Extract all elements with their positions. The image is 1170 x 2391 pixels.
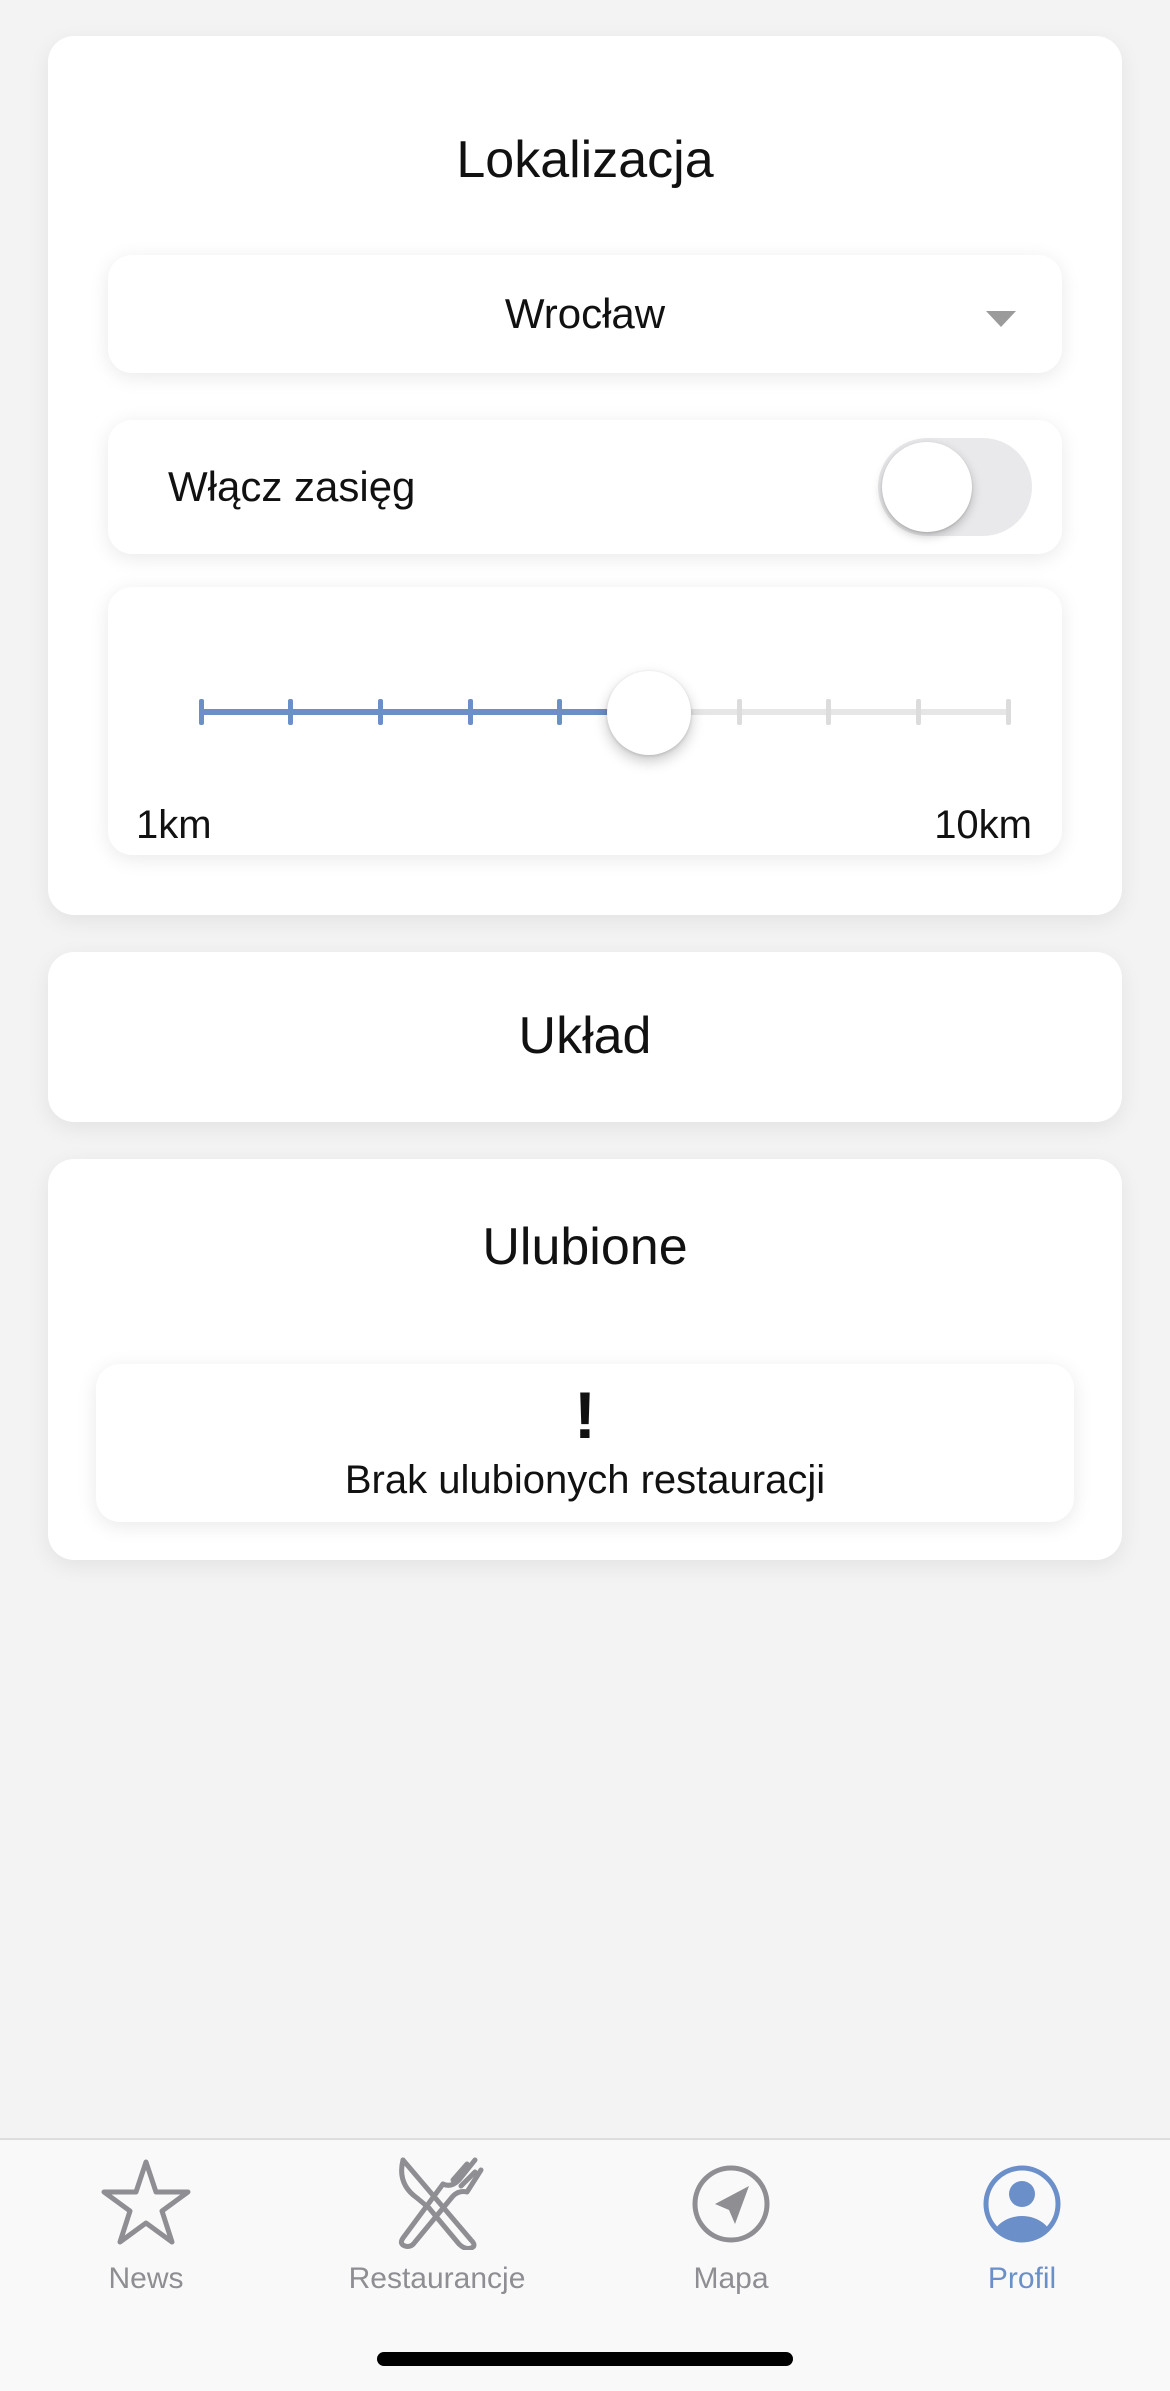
tab-restaurancje-label: Restaurancje [348, 2262, 526, 2295]
layout-card[interactable]: Układ [48, 952, 1122, 1122]
star-icon [101, 2159, 191, 2245]
slider-track-filled [201, 709, 650, 715]
fork-knife-icon [398, 2157, 484, 2250]
slider-min-label: 1km [136, 803, 212, 847]
slider-tick [198, 699, 204, 725]
range-slider[interactable] [108, 587, 1062, 777]
range-toggle-switch[interactable] [878, 438, 1032, 536]
slider-tick [736, 699, 742, 725]
slider-tick [377, 699, 383, 725]
tab-mapa[interactable]: Mapa [616, 2154, 846, 2295]
slider-tick [288, 699, 294, 725]
slider-tick [1005, 699, 1011, 725]
range-toggle-label: Włącz zasięg [168, 463, 416, 510]
toggle-knob [882, 442, 972, 532]
favorites-card: Ulubione ! Brak ulubionych restauracji [48, 1159, 1122, 1560]
slider-tick [826, 699, 832, 725]
slider-thumb[interactable] [607, 671, 692, 755]
layout-card-title: Układ [518, 1007, 652, 1065]
profile-icon [983, 2165, 1061, 2243]
slider-tick [467, 699, 473, 725]
tab-profil-label: Profil [987, 2262, 1057, 2295]
slider-tick [915, 699, 921, 725]
tab-mapa-label: Mapa [693, 2262, 769, 2295]
favorites-card-title: Ulubione [482, 1218, 688, 1276]
city-dropdown-value: Wrocław [504, 290, 666, 337]
chevron-down-icon [986, 311, 1016, 327]
range-toggle-row: Włącz zasięg [108, 420, 1062, 554]
location-card: Lokalizacja Wrocław Włącz zasięg 1km 10k… [48, 36, 1122, 915]
home-indicator [377, 2352, 793, 2366]
city-dropdown[interactable]: Wrocław [108, 255, 1062, 373]
tab-news[interactable]: News [31, 2154, 261, 2295]
empty-state-message: Brak ulubionych restauracji [344, 1458, 826, 1502]
range-slider-box: 1km 10km [108, 587, 1062, 855]
slider-max-label: 10km [934, 803, 1032, 847]
exclamation-icon: ! [574, 1378, 596, 1452]
navigation-arrow-icon [692, 2165, 770, 2243]
tab-restaurancje[interactable]: Restaurancje [322, 2154, 552, 2295]
tab-profil[interactable]: Profil [907, 2154, 1137, 2295]
slider-tick [557, 699, 563, 725]
favorites-empty-state: ! Brak ulubionych restauracji [96, 1364, 1074, 1522]
location-card-title: Lokalizacja [456, 131, 714, 189]
tab-news-label: News [108, 2262, 184, 2295]
